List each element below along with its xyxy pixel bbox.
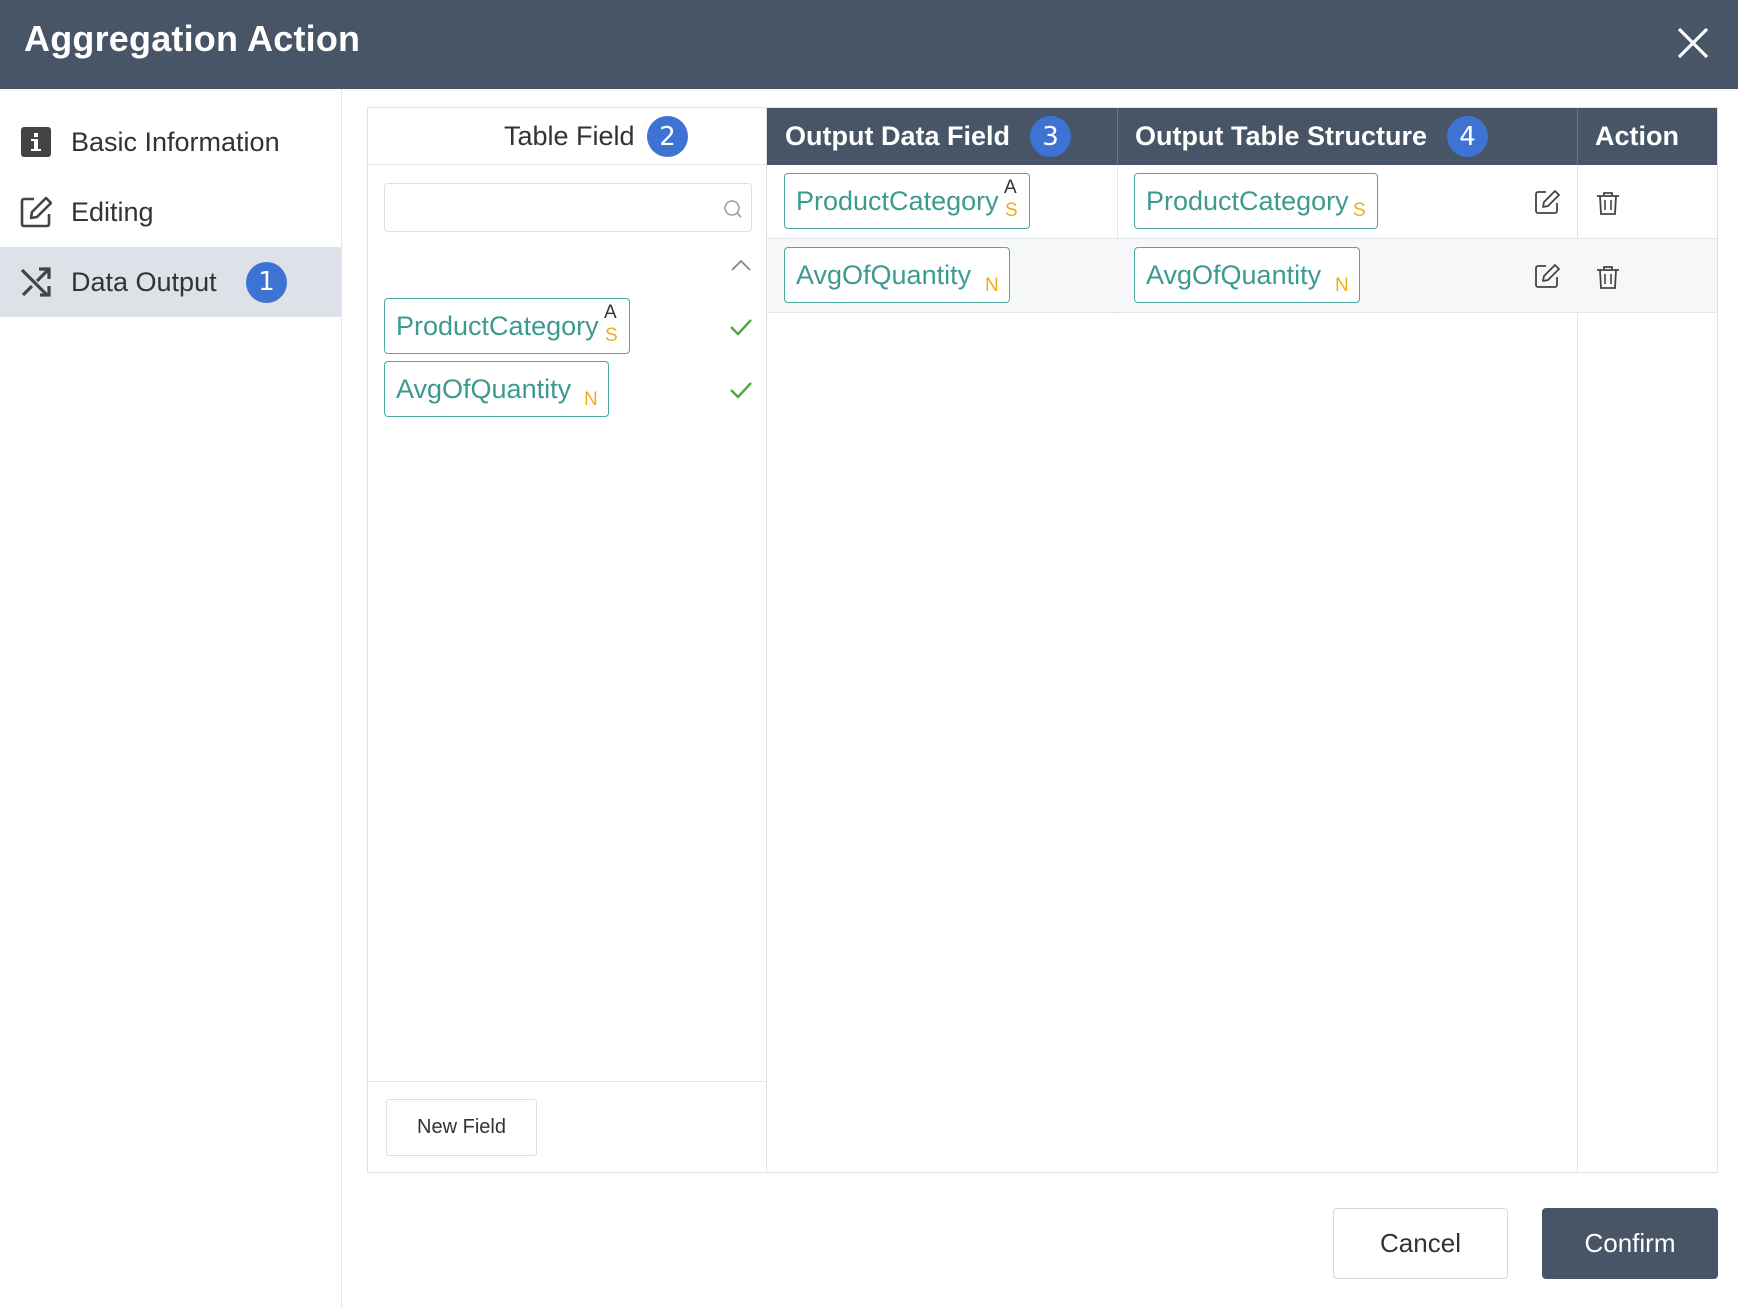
step-badge: 4 (1447, 116, 1489, 157)
check-icon (730, 382, 752, 399)
step-badge: 3 (1030, 116, 1071, 157)
sidebar-item-label: Basic Information (71, 126, 280, 157)
field-type-badge: S (1005, 200, 1018, 221)
edit-icon[interactable] (1534, 189, 1560, 215)
table-row: AvgOfQuantity N AvgOfQuantity N (767, 239, 1717, 313)
close-icon[interactable] (1670, 20, 1716, 66)
table-field-panel: Table Field 2 ProductCategory A S AvgOfQ… (367, 107, 767, 1173)
field-type-badge: S (1353, 200, 1366, 221)
col-output-table-structure: Output Table Structure 4 (1135, 108, 1489, 165)
table-header: Output Data Field 3 Output Table Structu… (767, 108, 1717, 165)
sidebar: Basic Information Editing Data Output 1 (0, 89, 342, 1307)
sidebar-item-label: Editing (71, 196, 154, 227)
structure-field-tag[interactable]: AvgOfQuantity N (1134, 247, 1360, 303)
confirm-button[interactable]: Confirm (1542, 1208, 1718, 1279)
shuffle-icon (20, 267, 51, 297)
field-search-input[interactable] (395, 192, 715, 224)
col-title: Output Data Field (785, 121, 1010, 151)
field-name: ProductCategory (1146, 186, 1349, 216)
output-field-tag[interactable]: ProductCategory A S (784, 173, 1030, 229)
field-name: AvgOfQuantity (396, 374, 572, 404)
dialog-title: Aggregation Action (24, 18, 361, 59)
sidebar-item-data-output[interactable]: Data Output 1 (0, 247, 341, 317)
column-divider (1577, 165, 1578, 1172)
column-divider (1577, 108, 1578, 165)
edit-icon[interactable] (1534, 263, 1560, 289)
delete-icon[interactable] (1595, 264, 1621, 290)
output-table: Output Data Field 3 Output Table Structu… (767, 107, 1718, 1173)
field-type-badge: N (985, 275, 999, 296)
col-action: Action (1595, 108, 1679, 165)
structure-field-tag[interactable]: ProductCategory S (1134, 173, 1378, 229)
table-field-header: Table Field 2 (368, 108, 766, 165)
col-title: Output Table Structure (1135, 121, 1428, 151)
field-type-badge: N (1335, 275, 1349, 296)
field-name: ProductCategory (396, 311, 599, 341)
check-icon (730, 319, 752, 336)
info-icon (21, 127, 51, 157)
field-type-badge: N (584, 389, 598, 410)
dialog-header: Aggregation Action (0, 0, 1738, 89)
step-badge: 2 (647, 116, 688, 157)
new-field-button[interactable]: New Field (386, 1099, 537, 1156)
field-name: ProductCategory (796, 186, 999, 216)
panel-divider (368, 1081, 766, 1082)
field-type-top: A (1004, 177, 1017, 198)
col-output-data-field: Output Data Field 3 (785, 108, 1071, 165)
output-field-tag[interactable]: AvgOfQuantity N (784, 247, 1010, 303)
delete-icon[interactable] (1595, 190, 1621, 216)
field-type-badge: S (605, 325, 618, 346)
cancel-button[interactable]: Cancel (1333, 1208, 1508, 1279)
col-title: Action (1595, 121, 1679, 151)
field-name: AvgOfQuantity (796, 260, 972, 290)
sidebar-item-editing[interactable]: Editing (0, 177, 341, 247)
sidebar-item-basic-information[interactable]: Basic Information (0, 107, 341, 177)
column-divider (1117, 108, 1118, 165)
edit-icon (20, 196, 52, 228)
table-field-title: Table Field (504, 121, 635, 151)
field-search-box (384, 183, 752, 232)
step-badge: 1 (246, 261, 287, 303)
field-tag[interactable]: ProductCategory A S (384, 298, 630, 354)
table-row: ProductCategory A S ProductCategory S (767, 165, 1717, 239)
search-icon[interactable] (723, 199, 743, 219)
sidebar-item-label: Data Output (71, 266, 217, 297)
field-name: AvgOfQuantity (1146, 260, 1322, 290)
chevron-up-icon[interactable] (730, 258, 752, 272)
field-tag[interactable]: AvgOfQuantity N (384, 361, 609, 417)
field-type-top: A (604, 302, 617, 323)
